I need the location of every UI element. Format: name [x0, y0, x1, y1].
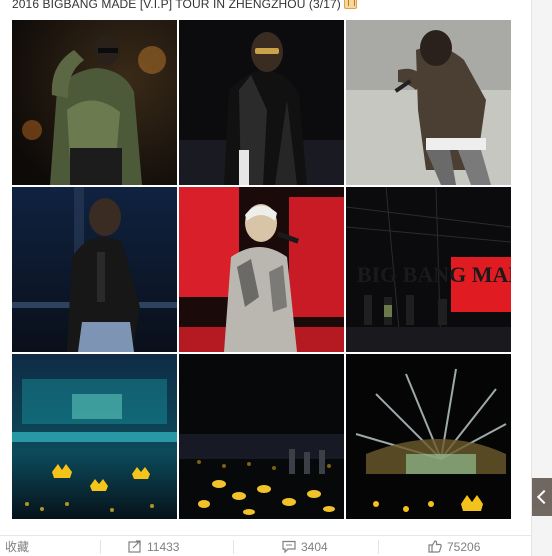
concert-photo-4-image [12, 187, 177, 352]
post-title: 2016 BIGBANG MADE [V.I.P] TOUR IN ZHENGZ… [12, 0, 357, 11]
favorite-label: 收藏 [5, 540, 30, 554]
concert-photo-3[interactable] [346, 20, 511, 185]
concert-photo-4[interactable] [12, 187, 177, 352]
comment-count: 3404 [301, 540, 328, 554]
concert-photo-2[interactable] [179, 20, 344, 185]
divider [233, 540, 234, 554]
share-icon [128, 540, 141, 553]
divider [378, 540, 379, 554]
concert-photo-9[interactable] [346, 354, 511, 519]
comment-button[interactable]: 3404 [282, 539, 328, 555]
concert-photo-8[interactable] [179, 354, 344, 519]
right-scroll-rail [531, 0, 552, 556]
post-title-text: 2016 BIGBANG MADE [V.I.P] TOUR IN ZHENGZ… [12, 0, 341, 11]
concert-photo-7[interactable] [12, 354, 177, 519]
stage-screen-bigbang: BIG BANG MADE [V.I.P] [357, 262, 511, 287]
share-count: 11433 [147, 540, 180, 554]
concert-photo-5-image [179, 187, 344, 352]
concert-photo-7-image [12, 354, 177, 519]
concert-photo-5[interactable] [179, 187, 344, 352]
scroll-up-icon[interactable] [532, 478, 552, 516]
share-button[interactable]: 11433 [128, 539, 179, 555]
concert-photo-6-image: BIG BANG MADE [V.I.P] [346, 187, 511, 352]
concert-photo-8-image [179, 354, 344, 519]
thumbs-up-icon [428, 540, 442, 553]
like-count: 75206 [447, 540, 481, 554]
comment-icon [282, 540, 296, 554]
badge-icon [343, 0, 357, 9]
photo-grid: BIG BANG MADE [V.I.P] [12, 20, 512, 520]
concert-photo-2-image [179, 20, 344, 185]
concert-photo-1[interactable] [12, 20, 177, 185]
action-bar: 收藏 11433 3404 75206 [0, 535, 531, 556]
concert-photo-1-image [12, 20, 177, 185]
favorite-button[interactable]: 收藏 [5, 539, 29, 555]
like-button[interactable]: 75206 [428, 539, 480, 555]
divider [100, 540, 101, 554]
concert-photo-6[interactable]: BIG BANG MADE [V.I.P] [346, 187, 511, 352]
concert-photo-3-image [346, 20, 511, 185]
concert-photo-9-image [346, 354, 511, 519]
